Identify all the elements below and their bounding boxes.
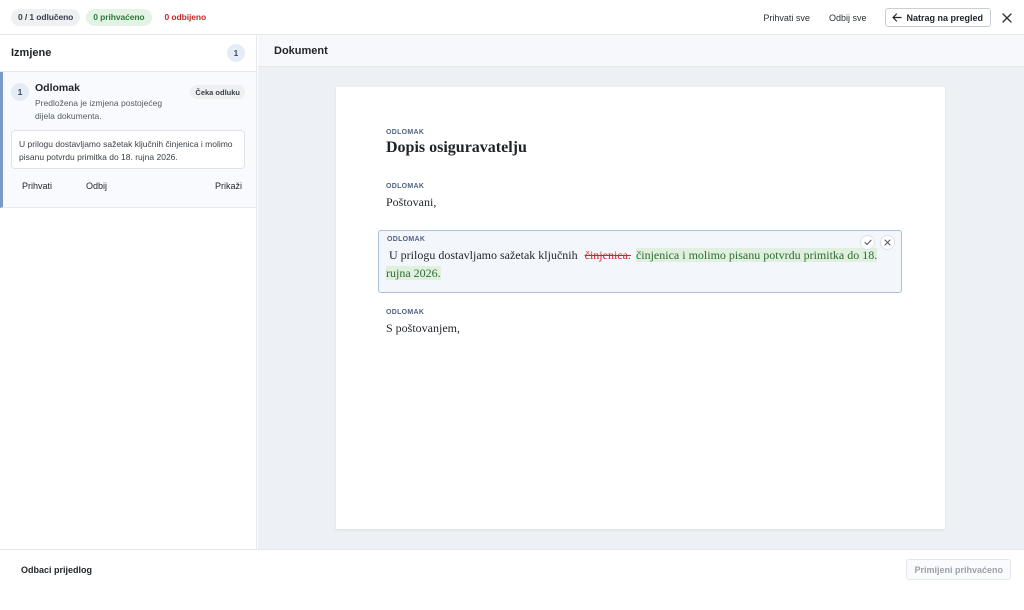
accept-all-button[interactable]: Prihvati sve	[763, 13, 810, 23]
document-header: Dokument	[258, 35, 1024, 67]
reject-change-button[interactable]: Odbij	[86, 181, 107, 191]
check-icon	[863, 239, 872, 246]
paragraph-text: S poštovanjem,	[386, 321, 460, 335]
apply-accepted-button[interactable]: Primijeni prihvaćeno	[906, 559, 1011, 580]
discard-proposal-button[interactable]: Odbaci prijedlog	[21, 565, 92, 575]
document-title: Dokument	[274, 44, 328, 57]
paragraph-label: ODLOMAK	[387, 236, 426, 243]
change-card[interactable]: 1 Odlomak Predložena je izmjena postojeć…	[0, 72, 256, 208]
toolbar-actions: Prihvati sve Odbij sve Natrag na pregled	[763, 0, 1024, 35]
close-icon	[884, 239, 891, 246]
decided-count-badge: 0 / 1 odlučeno	[11, 8, 81, 26]
arrow-left-icon	[892, 13, 903, 22]
change-number-badge: 1	[11, 83, 29, 101]
unchanged-text: U prilogu dostavljamo sažetak ključnih	[389, 248, 578, 262]
document-page: ODLOMAK Dopis osiguravatelju ODLOMAK Poš…	[336, 87, 945, 529]
rejected-count-badge: 0 odbijeno	[164, 12, 207, 22]
paragraph-label: ODLOMAK	[386, 183, 425, 190]
review-toolbar: 0 / 1 odlučeno 0 prihvaćeno 0 odbijeno P…	[0, 0, 1024, 35]
changes-title: Izmjene	[11, 47, 52, 59]
review-footer: Odbaci prijedlog Primijeni prihvaćeno	[0, 549, 1024, 610]
paragraph-text: Poštovani,	[386, 195, 437, 209]
changed-paragraph-text: U prilogu dostavljamo sažetak ključnih č…	[386, 246, 894, 282]
change-actions: Prihvati Odbij Prikaži	[3, 177, 257, 199]
close-icon	[1002, 12, 1012, 23]
document-panel: Dokument ODLOMAK Dopis osiguravatelju OD…	[258, 35, 1024, 549]
paragraph: ODLOMAK S poštovanjem,	[386, 309, 460, 336]
accept-inline-button[interactable]	[860, 235, 875, 250]
show-change-button[interactable]: Prikaži	[215, 181, 242, 191]
back-to-review-button[interactable]: Natrag na pregled	[885, 8, 991, 27]
changes-sidebar: Izmjene 1 1 Odlomak Predložena je izmjen…	[0, 35, 257, 549]
paragraph-label: ODLOMAK	[386, 309, 425, 316]
status-badge: Čeka odluku	[190, 85, 245, 99]
change-description: Predložena je izmjena postojećeg dijela …	[35, 98, 163, 121]
accepted-count-badge: 0 prihvaćeno	[86, 8, 152, 26]
reject-all-button[interactable]: Odbij sve	[829, 13, 867, 23]
reject-inline-button[interactable]	[880, 235, 895, 250]
changed-paragraph[interactable]: ODLOMAK U prilogu dostavljamo sažetak kl…	[378, 230, 902, 293]
change-title: Odlomak	[35, 82, 80, 94]
paragraph-heading: Dopis osiguravatelju	[386, 139, 527, 156]
paragraph: ODLOMAK Dopis osiguravatelju	[386, 129, 527, 157]
back-to-review-label: Natrag na pregled	[906, 12, 983, 23]
accept-change-button[interactable]: Prihvati	[22, 181, 52, 191]
paragraph-label: ODLOMAK	[386, 129, 425, 136]
change-preview: U prilogu dostavljamo sažetak ključnih č…	[11, 130, 245, 169]
changes-count-badge: 1	[227, 44, 245, 62]
close-button[interactable]	[1000, 11, 1014, 25]
changes-header: Izmjene 1	[0, 35, 256, 72]
paragraph: ODLOMAK Poštovani,	[386, 183, 436, 210]
deleted-text: činjenica.	[584, 248, 631, 262]
